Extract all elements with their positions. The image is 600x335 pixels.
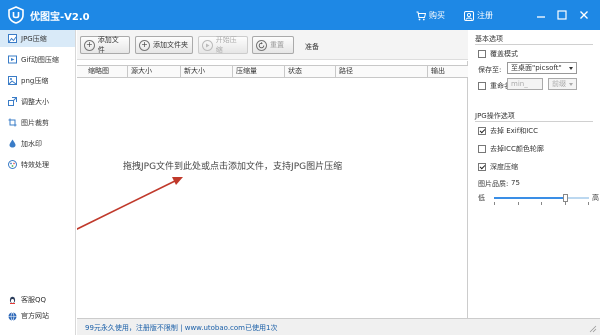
add-folder-label: 添加文件夹 [153,41,188,49]
plus-icon: + [84,39,95,51]
play-icon [202,39,213,51]
reset-label: 重置 [270,41,284,49]
remove-icc-label: 去掉ICC颜色轮廓 [490,145,544,153]
website-label: 官方网站 [21,312,49,320]
file-list[interactable]: 缩略图 源大小 新大小 压缩量 状态 路径 输出 拖拽JPG文件到此处或点击添加… [77,61,468,318]
quality-low-label: 低 [478,194,485,202]
remove-exif-label: 去掉 Exif和ICC [490,127,539,135]
slider-fill [494,197,566,199]
save-to-value: 至桌面"picsoft" [511,64,562,72]
checkbox-box [478,145,486,153]
sidebar-item-label: png压缩 [21,76,49,85]
start-compress-button[interactable]: 开始压缩 [198,36,248,54]
checkbox-box [478,50,486,58]
slider-thumb[interactable] [562,194,568,202]
rename-position-value: 前缀 [552,80,566,88]
sidebar: JPG压缩 Gif动图压缩 png压缩 调整大小 图片裁剪 加水印 特效处理 客… [0,30,76,335]
overwrite-label: 覆盖模式 [490,50,518,58]
drag-arrow-icon [77,177,183,230]
qq-icon [9,296,16,304]
official-website-link[interactable]: 官方网站 [0,309,75,323]
sidebar-item-label: 特效处理 [21,160,49,169]
options-panel: 基本选项 覆盖模式 保存至: 至桌面"picsoft" 重命名 min_ 前缀 … [469,30,600,318]
resize-icon [8,97,17,106]
checkbox-box [478,127,486,135]
sidebar-item-label: Gif动图压缩 [21,55,59,64]
close-button[interactable] [578,9,590,21]
overwrite-mode-checkbox[interactable]: 覆盖模式 [478,49,518,59]
buy-label: 购买 [429,11,445,20]
gif-icon [8,55,17,64]
watermark-icon [9,139,16,148]
register-button[interactable]: 注册 [464,9,493,22]
sidebar-item-jpg[interactable]: JPG压缩 [0,30,75,47]
reset-button[interactable]: 重置 [252,36,294,54]
add-file-label: 添加文件 [97,36,119,54]
start-compress-label: 开始压缩 [215,36,237,54]
minimize-button[interactable] [535,9,547,21]
sidebar-item-watermark[interactable]: 加水印 [0,135,75,152]
add-folder-button[interactable]: + 添加文件夹 [135,36,193,54]
buy-button[interactable]: 购买 [416,9,445,22]
quality-label: 图片品质: [478,180,509,188]
crop-icon [8,118,17,127]
save-to-select[interactable]: 至桌面"picsoft" [507,62,577,74]
slider-tick [541,202,542,205]
jpg-options-title: JPG操作选项 [475,112,515,120]
status-bar: 99元永久使用，注册版不限制 | www.utobao.com已使用1次 [77,318,600,335]
app-logo-icon [8,6,24,24]
sidebar-item-label: 加水印 [21,139,42,148]
rename-text-input[interactable]: min_ [507,78,543,90]
png-icon [8,76,17,85]
plus-icon: + [139,39,150,51]
checkbox-box [478,163,486,171]
divider [475,121,593,122]
effects-icon [8,160,17,169]
deep-compress-label: 深度压缩 [490,163,518,171]
slider-tick [494,202,495,205]
sidebar-item-crop[interactable]: 图片裁剪 [0,114,75,131]
user-icon [464,10,474,21]
sidebar-item-label: 图片裁剪 [21,118,49,127]
status-text: 准备 [305,43,319,51]
add-file-button[interactable]: + 添加文件 [80,36,130,54]
deep-compress-checkbox[interactable]: 深度压缩 [478,162,518,172]
quality-high-label: 高 [592,194,599,202]
divider [475,44,593,45]
qq-label: 客服QQ [21,296,47,304]
rename-placeholder: min_ [511,80,528,88]
toolbar: + 添加文件 + 添加文件夹 开始压缩 重置 准备 [77,30,468,60]
sidebar-item-effects[interactable]: 特效处理 [0,156,75,173]
register-label: 注册 [477,11,493,20]
remove-exif-checkbox[interactable]: 去掉 Exif和ICC [478,126,538,136]
sidebar-item-resize[interactable]: 调整大小 [0,93,75,110]
title-bar: 优图宝-V2.0 购买 注册 [0,0,600,30]
checkbox-box [478,82,486,90]
slider-tick [565,202,566,205]
slider-tick [588,202,589,205]
reset-icon [256,39,267,51]
rename-position-select[interactable]: 前缀 [548,78,577,90]
customer-service-qq-link[interactable]: 客服QQ [0,293,75,307]
jpg-icon [8,34,17,43]
slider-tick [518,202,519,205]
sidebar-item-gif[interactable]: Gif动图压缩 [0,51,75,68]
chevron-down-icon [569,82,573,86]
remove-icc-checkbox[interactable]: 去掉ICC颜色轮廓 [478,144,544,154]
cart-icon [416,11,426,20]
sidebar-item-label: 调整大小 [21,97,49,106]
quality-value: 75 [511,179,520,187]
resize-grip-icon[interactable] [589,325,597,333]
basic-options-title: 基本选项 [475,35,503,43]
sidebar-item-label: JPG压缩 [21,34,47,43]
registration-notice-link[interactable]: 99元永久使用，注册版不限制 | www.utobao.com已使用1次 [85,323,277,333]
save-to-label: 保存至: [478,66,502,74]
maximize-button[interactable] [556,9,568,21]
sidebar-item-png[interactable]: png压缩 [0,72,75,89]
app-title: 优图宝-V2.0 [30,12,90,23]
globe-icon [8,311,17,321]
chevron-down-icon [569,66,573,70]
